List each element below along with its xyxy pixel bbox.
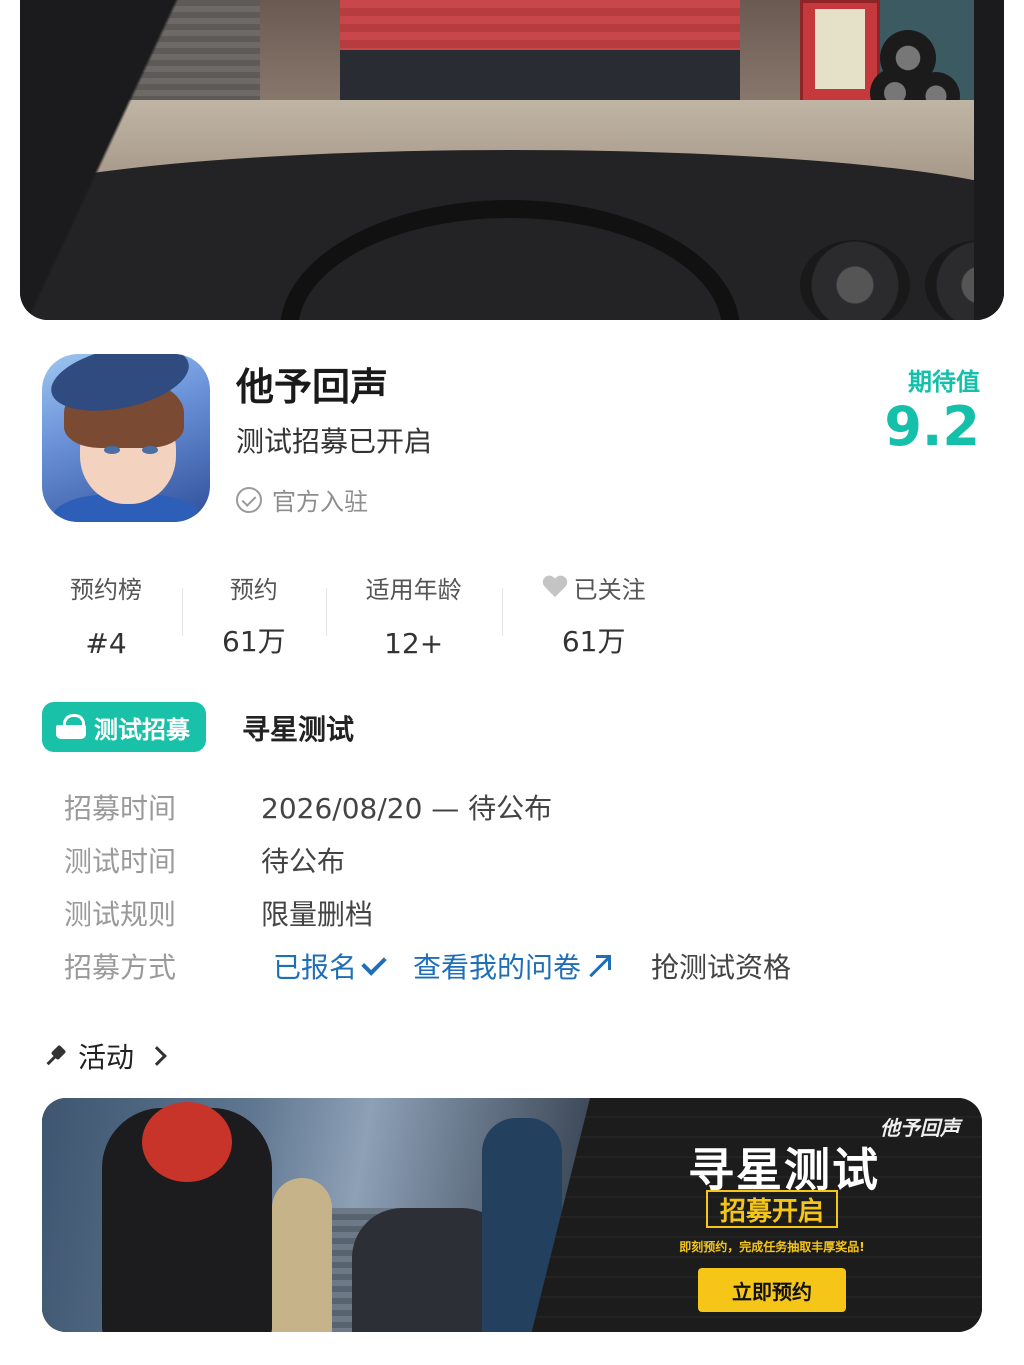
check-circle-icon	[236, 486, 262, 513]
stat-label-row: 已关注	[542, 570, 646, 605]
test-recruit-label: 测试招募	[94, 715, 190, 744]
heart-icon	[542, 576, 568, 600]
recruit-title: 寻星测试	[242, 713, 355, 746]
stat-value: 61万	[222, 625, 286, 658]
banner-artwork	[42, 1098, 602, 1332]
chevron-right-icon	[147, 1046, 167, 1066]
recruit-details: 招募时间 2026/08/20 — 待公布 测试时间 待公布 测试规则 限量删档…	[64, 780, 791, 992]
stats-bar: 预约榜 #4 预约 61万 适用年龄 12+ 已关注 61万	[30, 570, 686, 660]
detail-row: 招募时间 2026/08/20 — 待公布	[64, 780, 791, 833]
hero-vent	[800, 240, 910, 320]
activity-label: 活动	[78, 1041, 135, 1074]
recruit-methods: 已报名 查看我的问卷 抢测试资格	[261, 946, 791, 986]
hero-pillar-right	[974, 0, 1004, 320]
stat-label: 预约榜	[70, 576, 142, 604]
registered-label: 已报名	[273, 950, 358, 984]
detail-row: 测试时间 待公布	[64, 833, 791, 886]
banner-description: 即刻预约，完成任务抽取丰厚奖品!	[679, 1240, 865, 1254]
official-badge: 官方入驻	[236, 482, 368, 517]
hero-garage	[340, 50, 740, 105]
stat-value: 12+	[384, 627, 444, 660]
external-arrow-icon	[589, 954, 612, 977]
detail-key: 测试规则	[64, 897, 177, 931]
hero-pillar	[20, 0, 240, 320]
expectation-value: 9.2	[884, 395, 980, 458]
banner-subtitle: 招募开启	[706, 1190, 838, 1228]
reserve-now-button[interactable]: 立即预约	[698, 1268, 846, 1312]
registered-status: 已报名	[273, 946, 387, 986]
detail-key: 招募方式	[64, 950, 177, 984]
pin-icon	[39, 1040, 70, 1071]
stat-followed[interactable]: 已关注 61万	[501, 570, 686, 660]
questionnaire-label: 查看我的问卷	[413, 950, 582, 984]
detail-value: 限量删档	[261, 897, 374, 931]
detail-row: 招募方式 已报名 查看我的问卷 抢测试资格	[64, 939, 791, 992]
expectation-label: 期待值	[908, 368, 980, 396]
stat-value: 61万	[561, 625, 626, 658]
stat-label: 预约	[229, 576, 278, 604]
stat-value: #4	[85, 627, 127, 660]
stat-rank[interactable]: 预约榜 #4	[30, 570, 182, 660]
detail-value: 2026/08/20 — 待公布	[261, 791, 553, 825]
activity-header[interactable]: 活动	[44, 1036, 167, 1076]
detail-key: 测试时间	[64, 844, 177, 878]
activity-banner[interactable]: 他予回声 寻星测试 招募开启 即刻预约，完成任务抽取丰厚奖品! 立即预约	[42, 1098, 982, 1332]
detail-key: 招募时间	[64, 791, 177, 825]
stat-label: 适用年龄	[365, 576, 462, 604]
app-icon[interactable]	[42, 354, 210, 522]
game-title: 他予回声	[236, 365, 389, 409]
stat-age[interactable]: 适用年龄 12+	[325, 570, 502, 660]
detail-value: 待公布	[261, 844, 346, 878]
expectation-score: 期待值 9.2	[884, 362, 980, 456]
view-questionnaire-link[interactable]: 查看我的问卷	[413, 946, 612, 986]
grab-qualification-link[interactable]: 抢测试资格	[651, 946, 791, 986]
stat-label: 已关注	[573, 576, 646, 604]
basket-icon	[56, 714, 86, 740]
official-label: 官方入驻	[272, 488, 368, 516]
hero-image[interactable]	[20, 0, 1004, 320]
stat-reservations: 预约 61万	[182, 570, 326, 660]
test-recruit-badge: 测试招募	[42, 702, 206, 752]
check-icon	[361, 949, 387, 976]
detail-row: 测试规则 限量删档	[64, 886, 791, 939]
game-subtitle: 测试招募已开启	[236, 425, 433, 458]
hero-shutter-red	[340, 0, 740, 50]
